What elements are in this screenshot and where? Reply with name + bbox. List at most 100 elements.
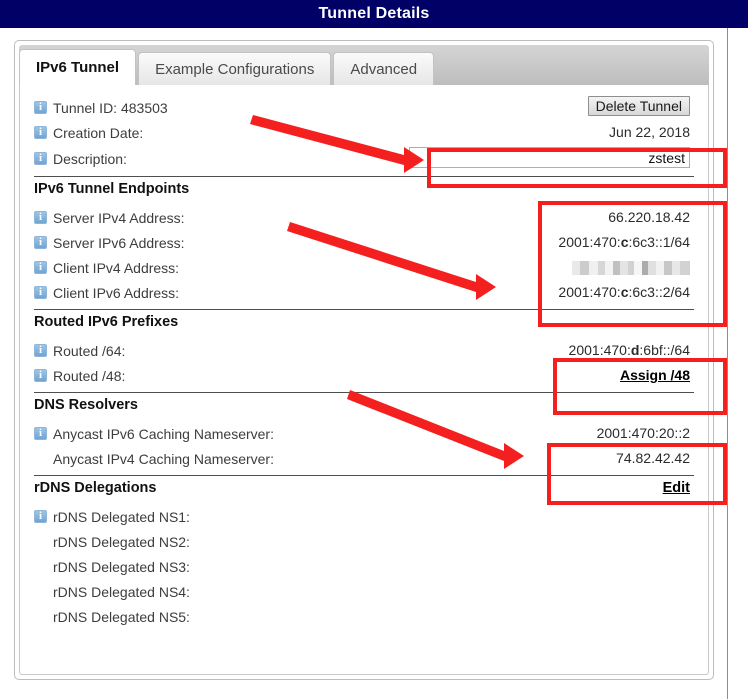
description-input[interactable] <box>409 147 690 168</box>
server-ipv6-suffix: :6c3::1/64 <box>628 234 691 250</box>
tab-example-configurations[interactable]: Example Configurations <box>138 52 332 85</box>
info-icon[interactable] <box>34 260 47 275</box>
rdns-ns1-label: rDNS Delegated NS1: <box>53 508 190 525</box>
tab-strip: IPv6 Tunnel Example Configurations Advan… <box>19 45 709 85</box>
info-icon[interactable] <box>34 509 47 524</box>
routed-64-value: 2001:470:d:6bf::/64 <box>569 338 690 363</box>
anycast-ipv4-label-wrap: Anycast IPv4 Caching Nameserver: <box>34 451 274 467</box>
anycast-ipv6-label-wrap: Anycast IPv6 Caching Nameserver: <box>34 426 274 442</box>
tunnel-id-label: Tunnel ID: 483503 <box>53 99 168 116</box>
rdns-ns4-label: rDNS Delegated NS4: <box>53 583 190 600</box>
window-title-bar: Tunnel Details <box>0 0 748 28</box>
dns-heading: DNS Resolvers <box>34 397 138 413</box>
routed-heading: Routed IPv6 Prefixes <box>34 314 179 330</box>
server-ipv6-bold-nibble: c <box>620 234 629 250</box>
tunnel-id-label-wrap: Tunnel ID: 483503 <box>34 100 168 116</box>
anycast-ipv4-value: 74.82.42.42 <box>616 450 690 466</box>
client-ipv4-value <box>572 255 690 280</box>
row-routed-64: Routed /64: 2001:470:d:6bf::/64 <box>34 338 694 363</box>
creation-date-label-wrap: Creation Date: <box>34 125 143 141</box>
endpoints-heading: IPv6 Tunnel Endpoints <box>34 181 190 197</box>
rdns-ns2-label-wrap: rDNS Delegated NS2: <box>34 534 190 550</box>
row-server-ipv6-address: Server IPv6 Address: 2001:470:c:6c3::1/6… <box>34 230 694 255</box>
page-frame: IPv6 Tunnel Example Configurations Advan… <box>0 28 728 699</box>
row-rdns-ns5: rDNS Delegated NS5: <box>34 604 694 629</box>
tab-advanced[interactable]: Advanced <box>333 52 435 85</box>
tab-content-ipv6-tunnel: Tunnel ID: 483503 Delete Tunnel Creation… <box>19 85 709 675</box>
section-heading-dns: DNS Resolvers <box>34 392 694 421</box>
routed-48-label: Routed /48: <box>53 367 126 384</box>
rdns-ns5-label-wrap: rDNS Delegated NS5: <box>34 609 190 625</box>
client-ipv6-bold-nibble: c <box>620 284 629 300</box>
info-icon[interactable] <box>34 343 47 358</box>
assign-48-link[interactable]: Assign /48 <box>620 367 690 383</box>
tab-label: Example Configurations <box>155 61 315 78</box>
rdns-edit-link[interactable]: Edit <box>663 480 690 496</box>
server-ipv6-value: 2001:470:c:6c3::1/64 <box>558 230 690 255</box>
info-icon[interactable] <box>34 151 47 166</box>
description-label: Description: <box>53 150 127 167</box>
server-ipv4-label-wrap: Server IPv4 Address: <box>34 210 185 226</box>
rdns-ns3-label-wrap: rDNS Delegated NS3: <box>34 559 190 575</box>
routed-64-prefix: 2001:470: <box>568 342 631 358</box>
routed-64-suffix: :6bf::/64 <box>639 342 690 358</box>
info-icon[interactable] <box>34 426 47 441</box>
server-ipv4-label: Server IPv4 Address: <box>53 209 185 226</box>
tab-ipv6-tunnel[interactable]: IPv6 Tunnel <box>19 49 137 85</box>
right-gutter <box>729 28 748 699</box>
section-heading-routed: Routed IPv6 Prefixes <box>34 309 694 338</box>
row-rdns-ns4: rDNS Delegated NS4: <box>34 579 694 604</box>
row-client-ipv6-address: Client IPv6 Address: 2001:470:c:6c3::2/6… <box>34 280 694 305</box>
tab-panel: IPv6 Tunnel Example Configurations Advan… <box>14 40 714 680</box>
row-server-ipv4-address: Server IPv4 Address: 66.220.18.42 <box>34 205 694 230</box>
row-rdns-ns3: rDNS Delegated NS3: <box>34 554 694 579</box>
page-title: Tunnel Details <box>318 5 430 22</box>
client-ipv6-suffix: :6c3::2/64 <box>628 284 691 300</box>
rdns-heading: rDNS Delegations <box>34 480 157 496</box>
routed-64-label-wrap: Routed /64: <box>34 343 125 359</box>
routed-48-value: Assign /48 <box>620 363 690 388</box>
rdns-ns2-label: rDNS Delegated NS2: <box>53 533 190 550</box>
tab-label: Advanced <box>350 61 418 78</box>
info-icon[interactable] <box>34 210 47 225</box>
server-ipv4-value: 66.220.18.42 <box>608 209 690 225</box>
redacted-block <box>572 261 690 276</box>
creation-date-value: Jun 22, 2018 <box>609 124 690 140</box>
creation-date-label: Creation Date: <box>53 124 144 141</box>
delete-tunnel-button[interactable]: Delete Tunnel <box>587 96 690 116</box>
anycast-ipv6-value: 2001:470:20::2 <box>596 425 690 441</box>
info-icon[interactable] <box>34 235 47 250</box>
server-ipv6-prefix: 2001:470: <box>558 234 621 250</box>
row-rdns-ns1: rDNS Delegated NS1: <box>34 504 694 529</box>
server-ipv6-label-wrap: Server IPv6 Address: <box>34 235 185 251</box>
client-ipv6-label: Client IPv6 Address: <box>53 284 180 301</box>
client-ipv6-value: 2001:470:c:6c3::2/64 <box>558 280 690 305</box>
info-icon[interactable] <box>34 368 47 383</box>
anycast-ipv6-label: Anycast IPv6 Caching Nameserver: <box>53 425 274 442</box>
server-ipv6-label: Server IPv6 Address: <box>53 234 185 251</box>
row-routed-48: Routed /48: Assign /48 <box>34 363 694 388</box>
rdns-ns5-label: rDNS Delegated NS5: <box>53 608 190 625</box>
row-client-ipv4-address: Client IPv4 Address: <box>34 255 694 280</box>
tab-label: IPv6 Tunnel <box>36 59 120 76</box>
rdns-ns4-label-wrap: rDNS Delegated NS4: <box>34 584 190 600</box>
client-ipv6-label-wrap: Client IPv6 Address: <box>34 285 179 301</box>
routed-48-label-wrap: Routed /48: <box>34 368 125 384</box>
client-ipv4-label: Client IPv4 Address: <box>53 259 180 276</box>
rdns-ns3-label: rDNS Delegated NS3: <box>53 558 190 575</box>
info-icon[interactable] <box>34 285 47 300</box>
description-label-wrap: Description: <box>34 151 127 167</box>
client-ipv4-label-wrap: Client IPv4 Address: <box>34 260 179 276</box>
row-creation-date: Creation Date: Jun 22, 2018 <box>34 120 694 145</box>
client-ipv6-prefix: 2001:470: <box>558 284 621 300</box>
row-tunnel-id: Tunnel ID: 483503 Delete Tunnel <box>34 95 694 120</box>
row-description: Description: <box>34 145 694 172</box>
section-heading-endpoints: IPv6 Tunnel Endpoints <box>34 176 694 205</box>
routed-64-label: Routed /64: <box>53 342 126 359</box>
row-anycast-ipv6-nameserver: Anycast IPv6 Caching Nameserver: 2001:47… <box>34 421 694 446</box>
row-rdns-ns2: rDNS Delegated NS2: <box>34 529 694 554</box>
rdns-ns1-label-wrap: rDNS Delegated NS1: <box>34 509 190 525</box>
section-heading-rdns: rDNS Delegations Edit <box>34 475 694 504</box>
info-icon[interactable] <box>34 125 47 140</box>
info-icon[interactable] <box>34 100 47 115</box>
